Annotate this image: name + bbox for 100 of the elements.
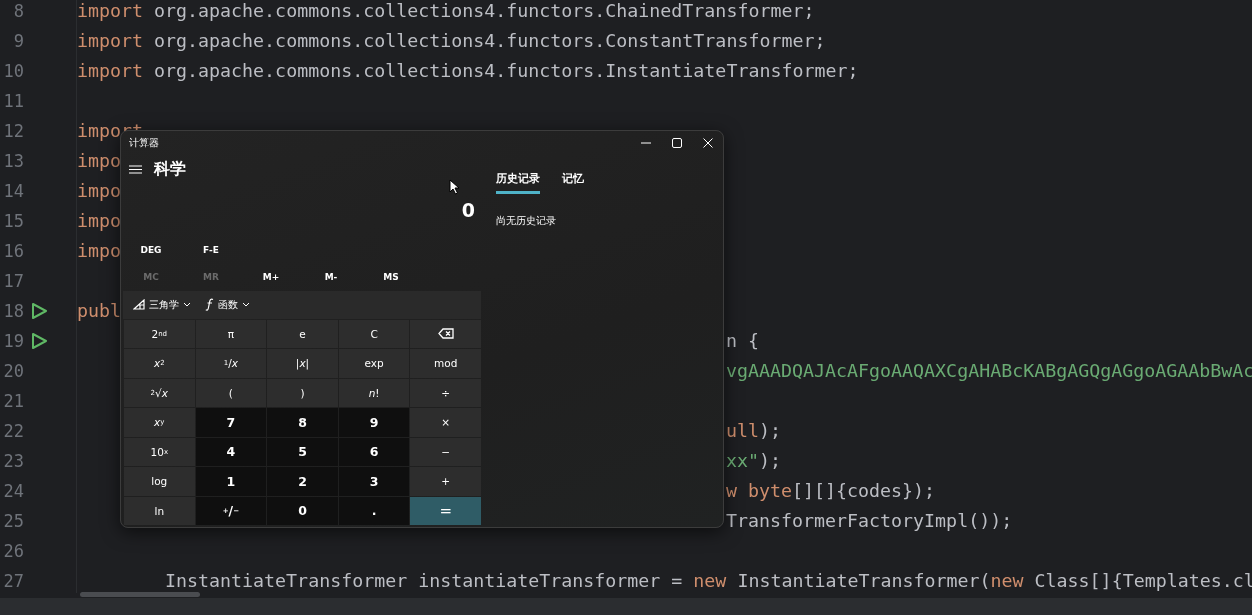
memory-button[interactable]: M- [301, 269, 361, 286]
display-value: 0 [461, 199, 475, 222]
function-key[interactable]: ) [267, 378, 338, 407]
code-text: n { [726, 329, 760, 351]
line-number: 26 [2, 541, 24, 561]
number-key[interactable]: 4 [195, 437, 267, 466]
code-text: InstantiateTransformer( [736, 569, 991, 591]
line-number: 24 [2, 481, 24, 501]
dropdown-menu[interactable]: 函数 [203, 295, 252, 314]
code-text: impo [77, 149, 122, 171]
line-number: 14 [2, 181, 24, 201]
maximize-icon[interactable] [672, 138, 682, 148]
dropdown-menu[interactable]: 三角学 [131, 295, 193, 314]
function-key[interactable]: C [338, 319, 410, 348]
cursor-icon [449, 179, 460, 195]
code-text: impo [77, 179, 122, 201]
function-key[interactable]: x$^{2}$ [124, 349, 195, 378]
code-text: [][]{codes}); [792, 479, 936, 501]
line-number: 25 [2, 511, 24, 531]
line-number: 23 [2, 451, 24, 471]
line-number: 27 [2, 571, 24, 591]
function-key[interactable]: × [410, 408, 481, 437]
number-key[interactable]: 2 [267, 467, 338, 496]
panel-tab[interactable]: 历史记录 [496, 169, 540, 194]
run-icon[interactable] [30, 302, 48, 320]
number-key[interactable]: 0 [267, 496, 338, 525]
line-number: 8 [12, 1, 24, 21]
mode-title: 科学 [154, 158, 186, 180]
mode-button[interactable]: DEG [121, 242, 181, 259]
code-text: publ [77, 299, 122, 321]
close-icon[interactable] [703, 138, 713, 148]
line-number: 13 [2, 151, 24, 171]
function-key[interactable]: $^{1}$/x [195, 349, 267, 378]
number-key[interactable]: 1 [195, 467, 267, 496]
chevron-icon [183, 302, 191, 308]
code-text: impo [77, 209, 122, 231]
code-text: import [77, 59, 144, 81]
line-number: 9 [12, 31, 24, 51]
run-icon[interactable] [30, 332, 48, 350]
code-text: impo [77, 239, 122, 261]
memory-button[interactable]: MS [361, 269, 421, 286]
code-text: org.apache.commons.collections4.functors.ChainedTransformer; [153, 0, 815, 21]
function-key[interactable]: 10$^{x}$ [124, 437, 195, 466]
code-text: new [990, 569, 1024, 591]
code-text: import [77, 0, 144, 21]
function-key[interactable]: $^{2}$√x [124, 378, 195, 407]
function-key[interactable]: ÷ [410, 378, 481, 407]
code-text: xx" [726, 449, 760, 471]
line-number: 11 [2, 91, 24, 111]
code-text: ); [759, 419, 782, 441]
function-key[interactable]: − [410, 437, 481, 466]
function-key[interactable]: ln [124, 496, 195, 525]
number-key[interactable]: 3 [338, 467, 410, 496]
function-key[interactable]: e [267, 319, 338, 348]
function-key[interactable]: + [410, 467, 481, 496]
code-text: ); [759, 449, 782, 471]
function-key[interactable]: x$^{y}$ [124, 408, 195, 437]
code-text: w byte [726, 479, 793, 501]
code-text: import [77, 29, 144, 51]
function-key[interactable]: log [124, 467, 195, 496]
code-text: ull [726, 419, 760, 441]
triangle-icon [133, 299, 145, 311]
line-number: 17 [2, 271, 24, 291]
function-key[interactable]: ( [195, 378, 267, 407]
code-text: vgAAADQAJAcAFgoAAQAXCgAHABcKABgAGQgAGgoAGAAbBwAc [726, 359, 1252, 381]
line-number: 10 [2, 61, 24, 81]
function-key[interactable]: |x| [267, 349, 338, 378]
function-key[interactable]: n! [338, 378, 410, 407]
line-number: 15 [2, 211, 24, 231]
function-key[interactable]: π [195, 319, 267, 348]
mode-button[interactable]: F-E [181, 242, 241, 259]
number-key[interactable]: 7 [195, 408, 267, 437]
line-number: 20 [2, 361, 24, 381]
number-key[interactable]: 5 [267, 437, 338, 466]
panel-tab[interactable]: 记忆 [562, 169, 584, 194]
number-key[interactable]: 8 [267, 408, 338, 437]
number-key[interactable]: 9 [338, 408, 410, 437]
line-number: 21 [2, 391, 24, 411]
line-number: 19 [2, 331, 24, 351]
line-number: 16 [2, 241, 24, 261]
chevron-icon [242, 302, 250, 308]
equals-key[interactable]: = [410, 496, 481, 525]
backspace-key[interactable] [410, 319, 481, 348]
memory-button[interactable]: M+ [241, 269, 301, 286]
line-number: 22 [2, 421, 24, 441]
function-key[interactable]: mod [410, 349, 481, 378]
menu-icon[interactable] [129, 164, 142, 174]
code-text: Class[]{Templates.cl [1033, 569, 1252, 591]
code-text: org.apache.commons.collections4.functors.ConstantTransformer; [153, 29, 826, 51]
code-text: InstantiateTransformer instantiateTransformer = [164, 569, 684, 591]
function-icon [205, 298, 214, 312]
scrollbar-thumb[interactable] [80, 592, 200, 597]
code-text: TransformerFactoryImpl()); [726, 509, 1013, 531]
function-key[interactable]: 2$^{nd}$ [124, 319, 195, 348]
number-key[interactable]: . [338, 496, 410, 525]
code-text: new [693, 569, 727, 591]
empty-history-message: 尚无历史记录 [495, 214, 557, 228]
function-key[interactable]: exp [338, 349, 410, 378]
line-number: 12 [2, 121, 24, 141]
number-key[interactable]: 6 [338, 437, 410, 466]
